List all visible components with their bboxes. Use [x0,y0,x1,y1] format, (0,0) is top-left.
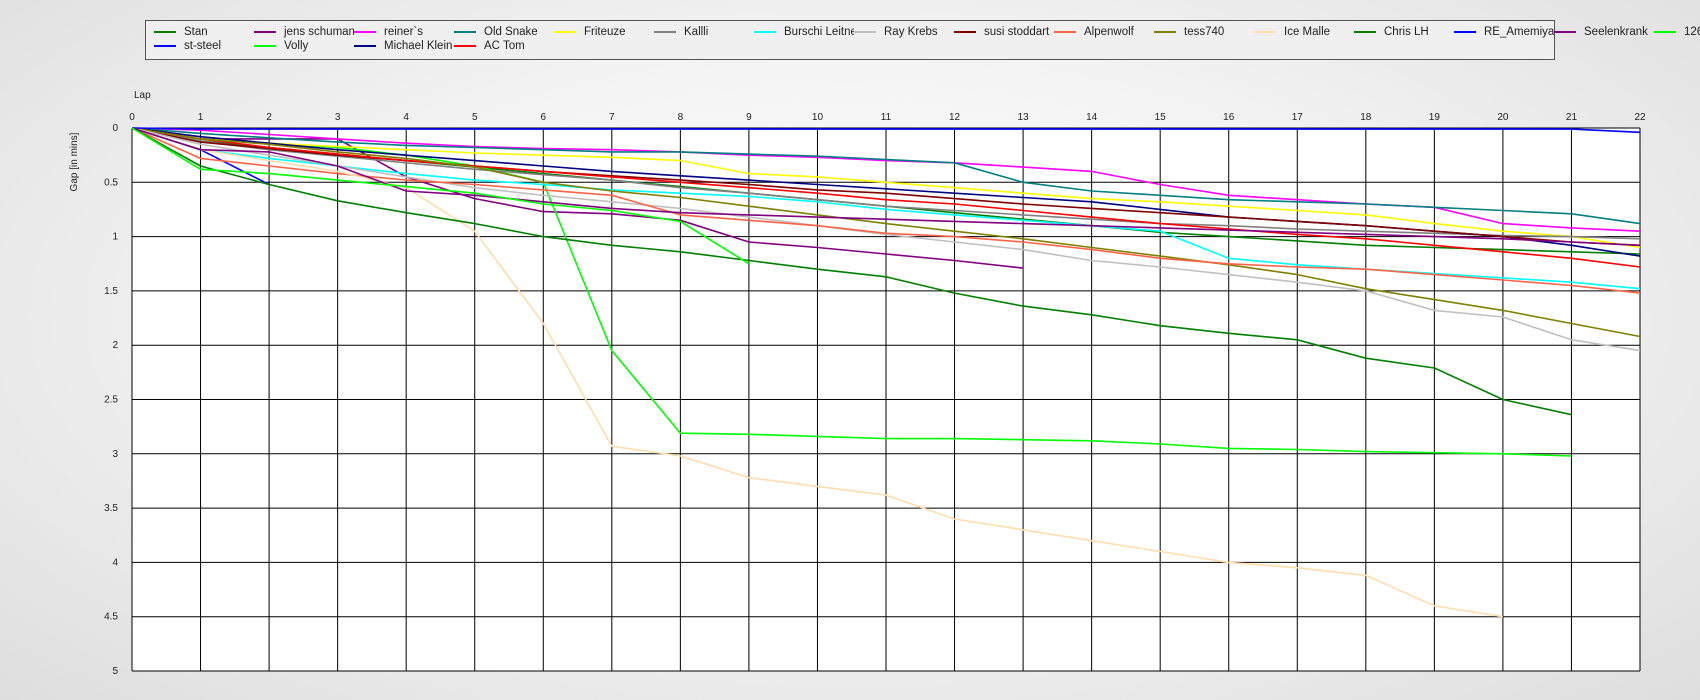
x-tick-label: 19 [1429,112,1441,123]
x-tick-label: 7 [609,112,615,123]
x-tick-label: 6 [540,112,546,123]
x-tick-label: 14 [1086,112,1098,123]
x-tick-label: 20 [1497,112,1509,123]
x-tick-label: 5 [472,112,478,123]
y-tick-label: 3 [112,449,118,460]
x-tick-label: 18 [1360,112,1372,123]
x-tick-label: 13 [1018,112,1030,123]
x-tick-label: 21 [1566,112,1578,123]
x-tick-label: 9 [746,112,752,123]
x-tick-label: 22 [1634,112,1646,123]
x-tick-label: 8 [678,112,684,123]
y-tick-label: 2 [112,340,118,351]
y-axis-label: Gap [in mins] [69,132,80,191]
y-tick-label: 0 [112,123,118,134]
y-tick-label: 3.5 [104,503,118,514]
y-tick-label: 4.5 [104,612,118,623]
x-tick-label: 1 [198,112,204,123]
x-tick-label: 10 [812,112,824,123]
x-tick-label: 3 [335,112,341,123]
y-tick-label: 5 [112,666,118,677]
y-tick-label: 1.5 [104,286,118,297]
x-tick-label: 15 [1155,112,1167,123]
x-tick-label: 0 [129,112,135,123]
x-tick-label: 16 [1223,112,1235,123]
y-tick-label: 4 [112,557,118,568]
x-axis-label: Lap [134,90,151,101]
y-tick-label: 0.5 [104,177,118,188]
y-tick-label: 1 [112,232,118,243]
x-tick-label: 17 [1292,112,1304,123]
x-tick-label: 4 [403,112,409,123]
x-tick-label: 2 [266,112,272,123]
line-chart: 0 1 2 3 4 5 6 7 8 9 10 11 12 13 14 15 16 17 18 19 20 21 2200.5… [69,90,1646,677]
x-tick-label: 11 [881,112,892,123]
y-tick-label: 2.5 [104,395,118,406]
x-tick-label: 12 [949,112,961,123]
